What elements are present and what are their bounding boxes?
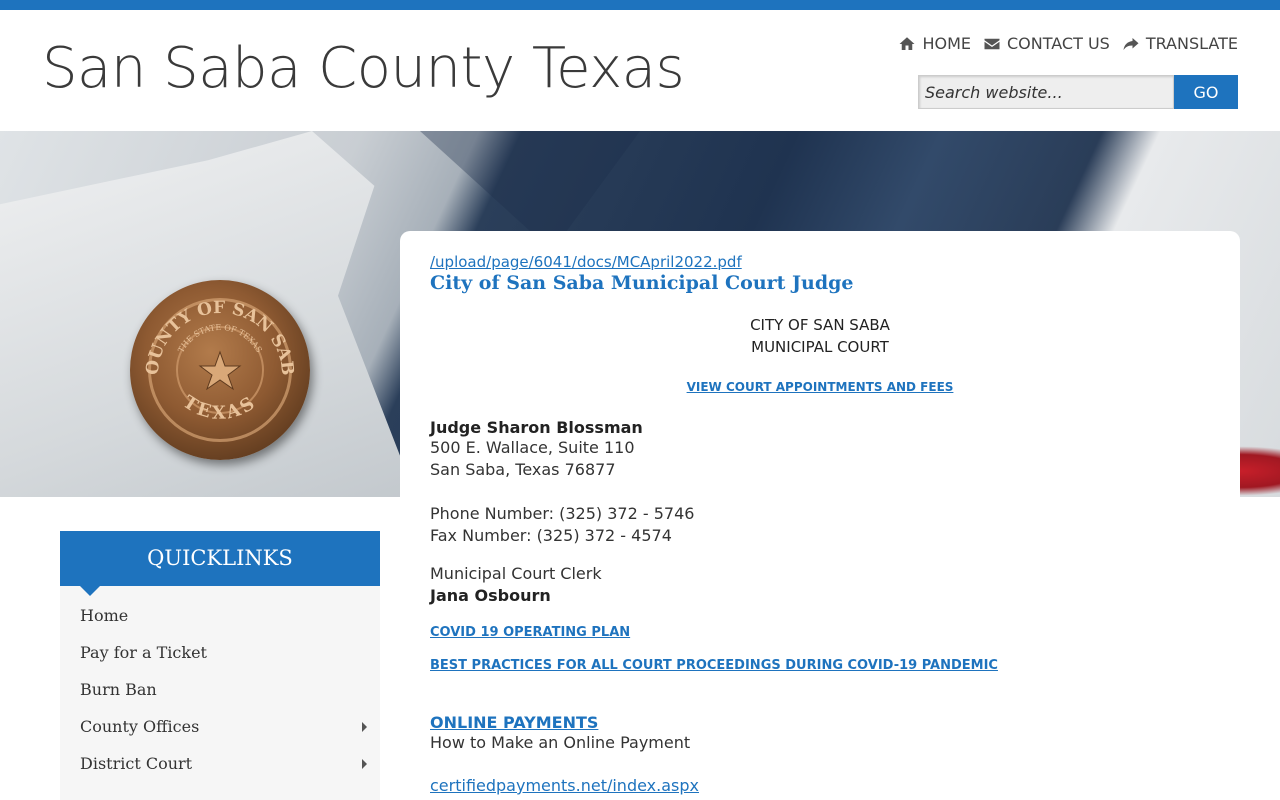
judge-name: Judge Sharon Blossman (430, 418, 643, 437)
phone-number: Phone Number: (325) 372 - 5746 (430, 504, 695, 523)
fax-number: Fax Number: (325) 372 - 4574 (430, 526, 672, 545)
quicklinks-pointer (80, 586, 100, 596)
quicklinks-title: QUICKLINKS (147, 546, 293, 570)
quicklink-label: District Court (80, 754, 193, 773)
site-header: San Saba County Texas HOME CONTACT US TR… (0, 10, 1280, 131)
quicklink-label: Burn Ban (80, 680, 157, 699)
clerk-title: Municipal Court Clerk (430, 564, 602, 583)
covid-plan-link[interactable]: COVID 19 OPERATING PLAN (430, 625, 1210, 640)
quicklink-home[interactable]: Home (60, 603, 380, 640)
quicklinks-list: Home Pay for a Ticket Burn Ban County Of… (60, 586, 380, 788)
svg-text:TEXAS: TEXAS (179, 392, 261, 424)
quicklink-pay-ticket[interactable]: Pay for a Ticket (60, 640, 380, 677)
quicklinks-header: QUICKLINKS (60, 531, 380, 596)
search-input[interactable] (918, 75, 1174, 109)
site-title[interactable]: San Saba County Texas (42, 36, 685, 101)
court-name-line1: CITY OF SAN SABA (750, 316, 890, 334)
court-name-block: CITY OF SAN SABA MUNICIPAL COURT (430, 314, 1210, 358)
page-title: City of San Saba Municipal Court Judge (430, 272, 854, 294)
search-form: GO (918, 75, 1238, 109)
clerk-name: Jana Osbourn (430, 586, 551, 605)
quicklinks-sidebar: QUICKLINKS Home Pay for a Ticket Burn Ba… (60, 531, 380, 800)
quicklink-label: County Offices (80, 717, 200, 736)
main-content: /upload/page/6041/docs/MCApril2022.pdf C… (400, 231, 1240, 800)
nav-home-label: HOME (922, 34, 971, 53)
quicklink-county-offices[interactable]: County Offices (60, 714, 380, 751)
quicklink-label: Home (80, 606, 129, 625)
nav-translate-label: TRANSLATE (1145, 34, 1238, 53)
pdf-document-link[interactable]: /upload/page/6041/docs/MCApril2022.pdf (430, 253, 1210, 271)
seal-middle-text: THE STATE OF TEXAS (176, 323, 263, 354)
submenu-arrow-icon (362, 722, 367, 732)
quicklink-burn-ban[interactable]: Burn Ban (60, 677, 380, 714)
seal-star-icon (198, 350, 242, 391)
quicklink-district-court[interactable]: District Court (60, 751, 380, 788)
top-navigation: HOME CONTACT US TRANSLATE (898, 34, 1238, 53)
seal-artwork: COUNTY OF SAN SABA THE STATE OF TEXAS TE… (130, 280, 297, 424)
nav-contact-label: CONTACT US (1006, 34, 1110, 53)
submenu-arrow-icon (362, 759, 367, 769)
envelope-icon (984, 38, 1000, 49)
view-appointments-link[interactable]: VIEW COURT APPOINTMENTS AND FEES (430, 380, 1210, 394)
address-line1: 500 E. Wallace, Suite 110 (430, 438, 635, 457)
certified-payments-link[interactable]: certifiedpayments.net/index.aspx (430, 776, 1210, 795)
top-accent-bar (0, 0, 1280, 10)
seal-bottom-text: TEXAS (179, 392, 258, 424)
home-icon (899, 36, 915, 50)
quicklink-label: Pay for a Ticket (80, 643, 207, 662)
share-arrow-icon (1123, 37, 1139, 50)
nav-home[interactable]: HOME (898, 34, 971, 53)
payments-description: How to Make an Online Payment (430, 733, 691, 752)
court-name-line2: MUNICIPAL COURT (751, 338, 889, 356)
county-seal-logo: COUNTY OF SAN SABA THE STATE OF TEXAS TE… (130, 280, 310, 460)
svg-text:THE STATE OF TEXAS: THE STATE OF TEXAS (176, 323, 263, 354)
search-go-button[interactable]: GO (1174, 75, 1238, 109)
nav-contact-us[interactable]: CONTACT US (983, 34, 1110, 53)
nav-translate[interactable]: TRANSLATE (1122, 34, 1238, 53)
address-line2: San Saba, Texas 76877 (430, 460, 616, 479)
online-payments-link[interactable]: ONLINE PAYMENTS (430, 713, 1210, 732)
best-practices-link[interactable]: BEST PRACTICES FOR ALL COURT PROCEEDINGS… (430, 658, 1210, 673)
